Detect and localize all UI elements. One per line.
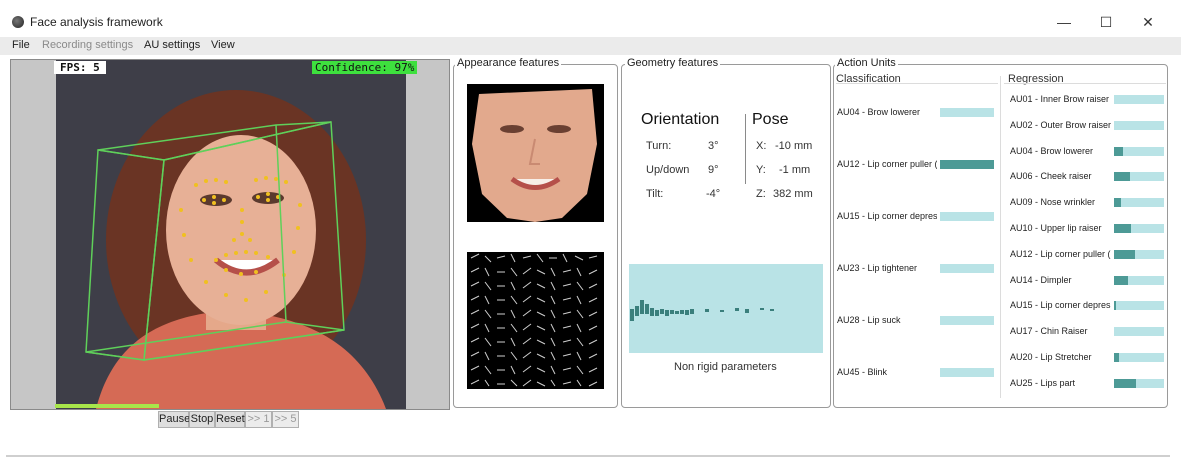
classification-au-label: AU12 - Lip corner puller ( (837, 159, 937, 169)
maximize-button[interactable]: ☐ (1086, 10, 1126, 34)
regression-au-bar (1114, 95, 1164, 104)
regression-au-label: AU01 - Inner Brow raiser (1010, 94, 1110, 104)
regression-au-label: AU10 - Upper lip raiser (1010, 223, 1102, 233)
au-column-divider (1000, 76, 1001, 398)
status-strip (6, 455, 1170, 457)
action-units-legend: Action Units (835, 57, 898, 69)
regression-au-bar-fill (1114, 353, 1119, 362)
classification-au-label: AU45 - Blink (837, 367, 888, 377)
hog-features-image (467, 252, 604, 389)
turn-label: Turn: (646, 140, 672, 152)
pose-x-value: -10 mm (775, 140, 813, 152)
pause-button[interactable]: Pause (158, 411, 190, 428)
geometry-features-legend: Geometry features (625, 57, 721, 69)
tilt-value: -4° (706, 188, 721, 200)
step-1-button[interactable]: >> 1 (245, 411, 272, 428)
regression-au-bar-fill (1114, 275, 1128, 285)
playback-progress[interactable] (55, 404, 159, 408)
classification-au-bar (940, 108, 994, 117)
regression-au-bar-fill (1114, 249, 1135, 259)
pose-y-value: -1 mm (779, 164, 811, 176)
video-panel: FPS: 5 Confidence: 97% (10, 59, 450, 410)
regression-au-label: AU20 - Lip Stretcher (1010, 352, 1092, 362)
regression-au-bar-fill (1114, 146, 1123, 156)
menu-file[interactable]: File (12, 39, 30, 51)
regression-au-label: AU02 - Outer Brow raiser (1010, 119, 1112, 130)
non-rigid-caption: Non rigid parameters (674, 361, 777, 373)
regression-au-bar (1114, 301, 1164, 311)
regression-au-bar (1114, 120, 1164, 130)
pose-y-label: Y: (756, 164, 766, 176)
regression-underline (1004, 83, 1166, 84)
regression-au-bar-fill (1114, 301, 1116, 311)
menu-view[interactable]: View (211, 39, 235, 51)
regression-au-label: AU06 - Cheek raiser (1010, 171, 1092, 182)
classification-au-label: AU28 - Lip suck (837, 315, 901, 325)
face-video-image (56, 60, 406, 409)
stop-button[interactable]: Stop (189, 411, 215, 428)
regression-au-bar-fill (1114, 198, 1121, 208)
non-rigid-bars (630, 300, 774, 321)
title-bar (0, 0, 1181, 40)
classification-au-label: AU04 - Brow lowerer (837, 107, 921, 117)
classification-au-label: AU15 - Lip corner depres (837, 211, 937, 221)
app-icon (12, 16, 24, 28)
confidence-readout: Confidence: 97% (312, 61, 418, 74)
regression-au-label: AU04 - Brow lowerer (1010, 145, 1094, 156)
classification-au-bar (940, 368, 994, 377)
orientation-title: Orientation (641, 111, 720, 128)
pose-x-label: X: (756, 140, 767, 152)
regression-au-label: AU25 - Lips part (1010, 377, 1076, 388)
aligned-face-image (467, 84, 604, 222)
regression-au-bar (1114, 353, 1164, 362)
step-5-button[interactable]: >> 5 (272, 411, 299, 428)
reset-button[interactable]: Reset (215, 411, 245, 428)
fps-readout: FPS: 5 (54, 61, 106, 74)
regression-au-bar (1114, 198, 1164, 208)
classification-au-bar (940, 316, 994, 325)
video-feed (56, 60, 406, 409)
non-rigid-parameters-plot (629, 264, 823, 353)
pose-title: Pose (752, 111, 789, 128)
regression-au-bar (1114, 327, 1164, 337)
pose-divider (745, 114, 746, 184)
turn-value: 3° (708, 140, 719, 152)
regression-au-bar-fill (1114, 172, 1130, 182)
close-button[interactable]: ✕ (1128, 10, 1168, 34)
regression-au-label: AU09 - Nose wrinkler (1010, 197, 1096, 208)
classification-underline (836, 83, 998, 84)
tilt-label: Tilt: (646, 188, 664, 200)
pose-z-value: 382 mm (773, 188, 813, 200)
pose-z-label: Z: (756, 188, 766, 200)
regression-au-label: AU15 - Lip corner depres (1010, 300, 1111, 311)
regression-au-bar-fill (1114, 378, 1136, 388)
minimize-button[interactable]: — (1044, 10, 1084, 34)
classification-au-bar (940, 212, 994, 221)
regression-au-bar-fill (1114, 224, 1131, 233)
regression-au-label: AU17 - Chin Raiser (1010, 326, 1088, 337)
regression-au-label: AU14 - Dimpler (1010, 274, 1072, 285)
window-title: Face analysis framework (30, 15, 163, 29)
updown-value: 9° (708, 164, 719, 176)
classification-au-bar (940, 264, 994, 273)
appearance-features-legend: Appearance features (455, 57, 562, 69)
classification-au-bar-fill (940, 160, 994, 169)
menu-recording-settings[interactable]: Recording settings (42, 39, 133, 51)
regression-au-label: AU12 - Lip corner puller ( (1010, 248, 1111, 259)
classification-au-label: AU23 - Lip tightener (837, 263, 918, 273)
updown-label: Up/down (646, 164, 690, 176)
menu-au-settings[interactable]: AU settings (144, 39, 200, 51)
